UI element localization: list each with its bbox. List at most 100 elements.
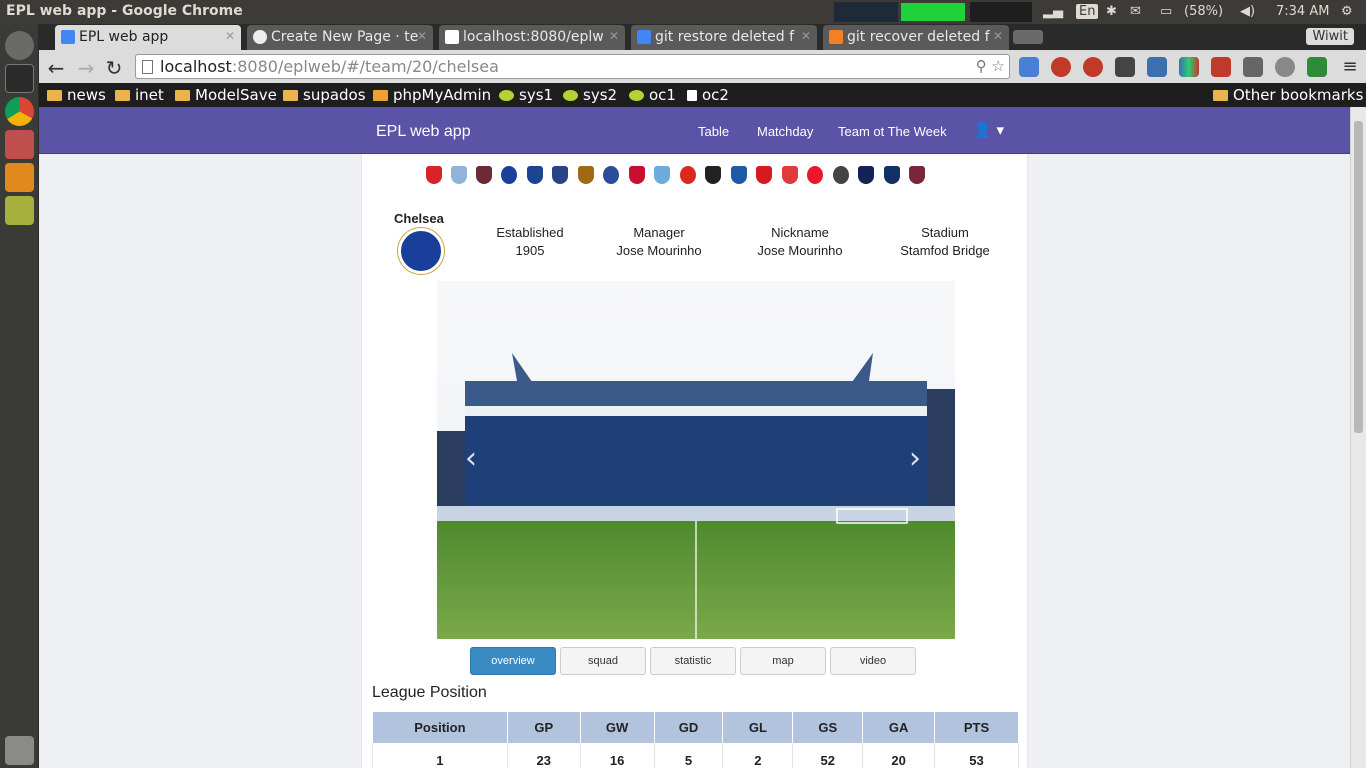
crest-icon[interactable]: [680, 166, 696, 184]
tab-create-new-page[interactable]: Create New Page · te ✕: [247, 25, 433, 50]
crest-icon[interactable]: [527, 166, 543, 184]
crest-icon[interactable]: [578, 166, 594, 184]
bookmark-sys1[interactable]: sys1: [499, 86, 553, 104]
tab-video[interactable]: video: [830, 647, 916, 675]
crest-icon[interactable]: [756, 166, 772, 184]
volume-icon[interactable]: ◀): [1240, 4, 1255, 19]
close-icon[interactable]: ✕: [225, 29, 235, 43]
cors-icon[interactable]: [1307, 57, 1327, 77]
brand[interactable]: EPL web app: [376, 123, 471, 141]
user-menu-icon[interactable]: 👤 ▾: [973, 121, 1004, 139]
bookmark-oc2[interactable]: oc2: [687, 86, 729, 104]
sublime-icon[interactable]: [5, 163, 34, 192]
bookmark-inet[interactable]: inet: [115, 86, 164, 104]
info-value: Jose Mourinho: [616, 243, 702, 258]
close-icon[interactable]: ✕: [609, 29, 619, 43]
nav-team-of-the-week[interactable]: Team ot The Week: [838, 124, 947, 139]
bookmark-news[interactable]: news: [47, 86, 106, 104]
profile-button[interactable]: Wiwit: [1306, 28, 1354, 45]
team-logo: [398, 228, 444, 274]
gear-icon[interactable]: ⚙: [1341, 4, 1353, 19]
terminal-icon[interactable]: [5, 64, 34, 93]
crest-icon[interactable]: [476, 166, 492, 184]
stadium-carousel[interactable]: ‹ ›: [437, 281, 955, 639]
bookmark-modelsave[interactable]: ModelSave: [175, 86, 277, 104]
battery-icon[interactable]: ▭: [1160, 4, 1172, 19]
abp-icon[interactable]: [1083, 57, 1103, 77]
tab-overview[interactable]: overview: [470, 647, 556, 675]
crest-icon[interactable]: [629, 166, 645, 184]
crest-icon[interactable]: [858, 166, 874, 184]
crest-icon[interactable]: [603, 166, 619, 184]
colors-icon[interactable]: [1179, 57, 1199, 77]
tab-label: localhost:8080/eplw: [463, 29, 604, 45]
os-top-panel: EPL web app - Google Chrome ▂▄ En ✱ ✉ ▭ …: [0, 0, 1366, 24]
clock[interactable]: 7:34 AM: [1276, 4, 1329, 19]
dash-home-icon[interactable]: [5, 31, 34, 60]
reload-icon[interactable]: ↻: [103, 56, 125, 80]
pdf-icon[interactable]: [1211, 57, 1231, 77]
nav-matchday[interactable]: Matchday: [757, 124, 813, 139]
other-bookmarks[interactable]: Other bookmarks: [1213, 86, 1363, 104]
close-icon[interactable]: ✕: [993, 29, 1003, 43]
crest-icon[interactable]: [426, 166, 442, 184]
mail-icon[interactable]: ✉: [1130, 4, 1141, 19]
crest-icon[interactable]: [705, 166, 721, 184]
address-bar[interactable]: localhost:8080/eplweb/#/team/20/chelsea …: [135, 54, 1010, 79]
column-header: GA: [862, 711, 936, 744]
crest-icon[interactable]: [654, 166, 670, 184]
crest-icon[interactable]: [782, 166, 798, 184]
page-scrollbar[interactable]: [1350, 107, 1366, 768]
scrollbar-thumb[interactable]: [1354, 121, 1363, 433]
nav-table[interactable]: Table: [698, 124, 729, 139]
crest-icon[interactable]: [552, 166, 568, 184]
bluetooth-icon[interactable]: ✱: [1106, 4, 1117, 19]
bookmark-phpmyadmin[interactable]: phpMyAdmin: [373, 86, 491, 104]
close-icon[interactable]: ✕: [417, 29, 427, 43]
crest-icon[interactable]: [884, 166, 900, 184]
page-icon: [687, 90, 697, 101]
info-nickname: Nickname Jose Mourinho: [725, 224, 875, 260]
back-icon[interactable]: ←: [45, 56, 67, 80]
crest-icon[interactable]: [909, 166, 925, 184]
crest-icon[interactable]: [501, 166, 517, 184]
new-tab-button[interactable]: [1013, 30, 1043, 44]
info-stadium: Stadium Stamfod Bridge: [870, 224, 1020, 260]
signal-icon[interactable]: ▂▄: [1043, 4, 1063, 19]
tab-git-recover[interactable]: git recover deleted f ✕: [823, 25, 1009, 50]
bookmark-sys2[interactable]: sys2: [563, 86, 617, 104]
app-icon[interactable]: [5, 196, 34, 225]
settings-ext-icon[interactable]: [1275, 57, 1295, 77]
trash-icon[interactable]: [5, 736, 34, 765]
bookmark-oc1[interactable]: oc1: [629, 86, 676, 104]
translate-icon[interactable]: [1019, 57, 1039, 77]
screen-icon[interactable]: [1147, 57, 1167, 77]
close-icon[interactable]: ✕: [801, 29, 811, 43]
chrome-icon[interactable]: [5, 97, 34, 126]
menu-icon[interactable]: ≡: [1339, 56, 1361, 77]
adblock-icon[interactable]: [1051, 57, 1071, 77]
carousel-prev-icon[interactable]: ‹: [465, 441, 477, 476]
column-header: GD: [653, 711, 724, 744]
tab-localhost[interactable]: localhost:8080/eplw ✕: [439, 25, 625, 50]
tab-squad[interactable]: squad: [560, 647, 646, 675]
crest-icon[interactable]: [731, 166, 747, 184]
shield-icon[interactable]: [1243, 57, 1263, 77]
tab-map[interactable]: map: [740, 647, 826, 675]
carousel-next-icon[interactable]: ›: [909, 441, 921, 476]
table-cell: 53: [934, 743, 1019, 768]
keyboard-indicator[interactable]: En: [1076, 4, 1099, 19]
bookmark-star-icon[interactable]: ⚲ ☆: [976, 57, 1005, 75]
tab-epl-web-app[interactable]: EPL web app ✕: [55, 25, 241, 50]
crest-icon[interactable]: [833, 166, 849, 184]
files-icon[interactable]: [5, 130, 34, 159]
tab-git-restore[interactable]: git restore deleted f ✕: [631, 25, 817, 50]
info-manager: Manager Jose Mourinho: [584, 224, 734, 260]
crest-icon[interactable]: [451, 166, 467, 184]
crest-icon[interactable]: [807, 166, 823, 184]
bookmark-supados[interactable]: supados: [283, 86, 366, 104]
tab-statistic[interactable]: statistic: [650, 647, 736, 675]
forward-icon[interactable]: →: [75, 56, 97, 80]
table-cell: 23: [506, 743, 581, 768]
extension-icon[interactable]: [1115, 57, 1135, 77]
